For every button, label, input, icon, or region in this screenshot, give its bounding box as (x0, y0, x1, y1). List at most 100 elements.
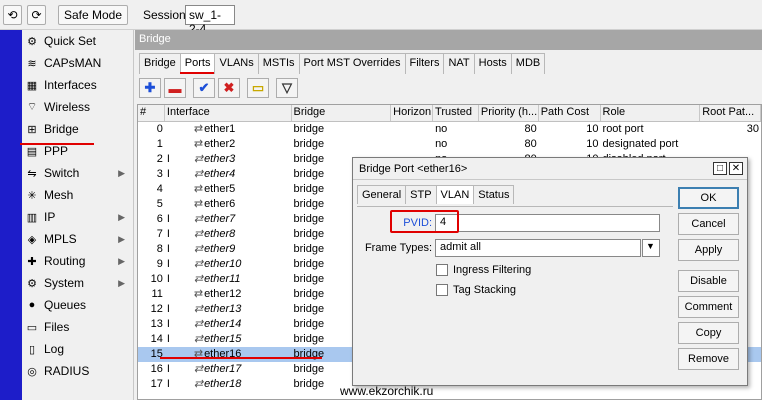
menu-icon: ▥ (26, 211, 38, 224)
interface-name: ether7 (204, 213, 236, 225)
tab-ports[interactable]: Ports (179, 53, 216, 74)
main-menu: ⚙ Quick Set ≋ CAPsMAN ▦ Interfaces ⌔ Wireless ⊞ B… (22, 30, 134, 400)
interface-name: ether4 (204, 168, 236, 180)
menu-item-mesh[interactable]: ✳ Mesh (22, 184, 133, 206)
tab-bridge[interactable]: Bridge (139, 53, 181, 74)
copy-button[interactable]: Copy (678, 322, 739, 344)
close-icon[interactable]: ✕ (729, 162, 743, 175)
column-header[interactable]: Interface (165, 105, 292, 121)
column-header[interactable]: # (138, 105, 165, 121)
table-cell: root port (602, 123, 644, 135)
interface-cell: ⇄ether16 (192, 347, 292, 362)
menu-item-bridge[interactable]: ⊞ Bridge (22, 118, 133, 140)
pvid-input[interactable]: 4 (435, 214, 660, 232)
tab-nat[interactable]: NAT (443, 53, 475, 74)
column-header[interactable]: Bridge (292, 105, 392, 121)
interface-name: ether14 (204, 318, 242, 330)
filter-icon[interactable]: ▽ (276, 78, 298, 98)
ingress-filtering-checkbox[interactable] (436, 264, 448, 276)
maximize-icon[interactable]: □ (713, 162, 727, 175)
menu-item-interfaces[interactable]: ▦ Interfaces (22, 74, 133, 96)
menu-item-label: Mesh (44, 188, 74, 202)
undo-button[interactable]: ⟲ (3, 5, 22, 25)
menu-item-label: IP (44, 210, 56, 224)
submenu-arrow-icon: ▶ (118, 255, 125, 266)
interface-name: ether10 (204, 258, 242, 270)
tab-filters[interactable]: Filters (404, 53, 445, 74)
disable-icon[interactable]: ✖ (218, 78, 240, 98)
add-icon[interactable]: ✚ (139, 78, 161, 98)
interface-cell: ⇄ether15 (192, 332, 292, 347)
cancel-button[interactable]: Cancel (678, 213, 739, 235)
flag-cell: I (166, 273, 170, 285)
comment-button[interactable]: Comment (678, 296, 739, 318)
column-header[interactable]: Horizon (391, 105, 434, 121)
table-cell: 16 (150, 363, 163, 375)
menu-item-quick-set[interactable]: ⚙ Quick Set (22, 30, 133, 52)
bridge-port-dialog: Bridge Port <ether16> □ ✕ General STP VLAN… (352, 157, 748, 386)
redo-button[interactable]: ⟳ (27, 5, 46, 25)
dialog-tab-status[interactable]: Status (473, 185, 515, 204)
menu-item-log[interactable]: ▯ Log (22, 338, 133, 360)
menu-item-wireless[interactable]: ⌔ Wireless (22, 96, 133, 118)
frame-types-select[interactable]: admit all (435, 239, 641, 257)
port-icon: ⇄ (193, 318, 204, 330)
dialog-tab-stp[interactable]: STP (405, 185, 437, 204)
chevron-down-icon[interactable]: ▼ (642, 239, 660, 257)
ok-button[interactable]: OK (678, 187, 739, 209)
flag-cell: I (166, 333, 170, 345)
session-input[interactable]: sw_1-2-4 (185, 5, 235, 36)
table-cell: 12 (150, 303, 163, 315)
menu-item-files[interactable]: ▭ Files (22, 316, 133, 338)
table-cell: 80 (524, 123, 537, 135)
menu-item-routing[interactable]: ✚ Routing ▶ (22, 250, 133, 272)
enable-icon[interactable]: ✔ (193, 78, 215, 98)
menu-item-radius[interactable]: ◎ RADIUS (22, 360, 133, 382)
remove-button[interactable]: Remove (678, 348, 739, 370)
interface-cell: ⇄ether2 (192, 137, 292, 152)
table-cell: 10 (150, 273, 163, 285)
table-row[interactable]: 0 ⇄ether1 bridge no 80 10 root port 30 (138, 122, 761, 137)
interface-name: ether9 (204, 243, 236, 255)
comment-icon[interactable]: ▭ (247, 78, 269, 98)
menu-item-ip[interactable]: ▥ IP ▶ (22, 206, 133, 228)
column-header[interactable]: Root Pat... (700, 105, 761, 121)
menu-item-queues[interactable]: ● Queues (22, 294, 133, 316)
tag-stacking-checkbox[interactable] (436, 284, 448, 296)
menu-item-label: Log (44, 342, 65, 356)
tab-mdb[interactable]: MDB (510, 53, 546, 74)
column-header[interactable]: Path Cost (539, 105, 601, 121)
port-icon: ⇄ (193, 303, 204, 315)
menu-item-mpls[interactable]: ◈ MPLS ▶ (22, 228, 133, 250)
menu-item-switch[interactable]: ⇋ Switch ▶ (22, 162, 133, 184)
column-header[interactable]: Role (601, 105, 701, 121)
table-cell: 1 (156, 138, 163, 150)
interface-cell: ⇄ether9 (192, 242, 292, 257)
safe-mode-button[interactable]: Safe Mode (58, 5, 128, 25)
submenu-arrow-icon: ▶ (118, 233, 125, 244)
menu-item-capsman[interactable]: ≋ CAPsMAN (22, 52, 133, 74)
interface-name: ether3 (204, 153, 236, 165)
interface-cell: ⇄ether13 (192, 302, 292, 317)
table-row[interactable]: 1 ⇄ether2 bridge no 80 10 designated port (138, 137, 761, 152)
column-header[interactable]: Trusted (433, 105, 479, 121)
dialog-tab-vlan[interactable]: VLAN (435, 185, 475, 204)
ports-table-header: # Interface Bridge Horizon Trusted Priority (… (138, 105, 761, 122)
dialog-tab-general[interactable]: General (357, 185, 407, 204)
tab-vlans[interactable]: VLANs (214, 53, 259, 74)
interface-cell: ⇄ether12 (192, 287, 292, 302)
apply-button[interactable]: Apply (678, 239, 739, 261)
tab-port-mst-overrides[interactable]: Port MST Overrides (298, 53, 406, 74)
tab-mstis[interactable]: MSTIs (257, 53, 300, 74)
interface-cell: ⇄ether7 (192, 212, 292, 227)
table-cell: 0 (156, 123, 163, 135)
flag-cell: I (166, 168, 170, 180)
menu-item-system[interactable]: ⚙ System ▶ (22, 272, 133, 294)
remove-icon[interactable]: ▬ (164, 78, 186, 98)
column-header[interactable]: Priority (h... (479, 105, 539, 121)
tab-hosts[interactable]: Hosts (473, 53, 512, 74)
menu-icon: ▭ (26, 321, 38, 334)
disable-button[interactable]: Disable (678, 270, 739, 292)
table-cell (391, 137, 433, 152)
flag-cell: I (166, 303, 170, 315)
